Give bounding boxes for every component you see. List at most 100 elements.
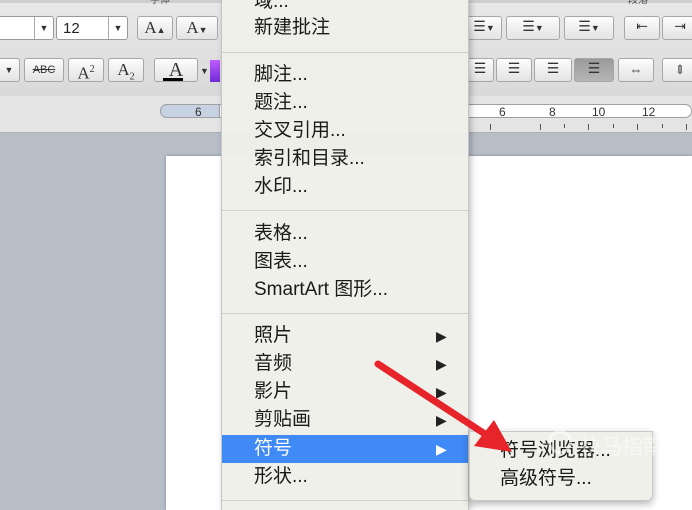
grow-font-button[interactable]: A▲ [137,16,173,40]
menu-item-label: 图表... [254,251,308,272]
submenu-item-advanced-symbol[interactable]: 高级符号... [500,465,592,493]
ruler-tick [588,124,589,130]
multilevel-list-icon: ☰ [578,20,591,35]
outdent-icon: ⇤ [636,20,648,35]
menu-item-label: 新建批注 [254,17,331,38]
menu-item-table[interactable]: 表格... [222,220,468,248]
superscript-mark: 2 [89,64,95,75]
chevron-down-icon: ▼ [590,23,600,33]
menu-item-label: 音频 [254,353,293,374]
align-left-button[interactable]: ☰ [466,58,494,82]
ruler-tick [564,124,565,128]
ruler-tick [540,124,541,130]
align-right-button[interactable]: ☰ [534,58,572,82]
chevron-down-icon[interactable]: ▼ [34,17,53,39]
menu-separator [222,313,468,314]
ruler-tick-label: 10 [592,105,606,119]
menu-item-watermark[interactable]: 水印... [222,173,468,201]
menu-item-label: 剪贴画 [254,409,312,430]
font-name-combo[interactable]: ▼ [0,16,54,40]
submenu-arrow-icon: ▶ [436,441,447,457]
align-center-button[interactable]: ☰ [496,58,532,82]
menu-item-label: 交叉引用... [254,120,346,141]
menu-item-index-and-tables[interactable]: 索引和目录... [222,145,468,173]
line-spacing-icon: ⇕ [674,62,686,77]
menu-item-shape[interactable]: 形状... [222,463,468,491]
strikethrough-button[interactable]: ABC [24,58,64,82]
grow-font-glyph: A [144,18,157,37]
increase-indent-button[interactable]: ⇥ [662,16,692,40]
menu-item-new-comment[interactable]: 新建批注 [222,14,468,42]
multilevel-list-button[interactable]: ☰▼ [564,16,614,40]
menu-item-chart[interactable]: 图表... [222,248,468,276]
site-watermark: 快马指南 [548,424,692,464]
submenu-arrow-icon: ▶ [436,384,447,400]
menu-item-label: SmartArt 图形... [254,279,389,300]
justify-icon: ☰ [587,62,601,77]
justify-button[interactable]: ☰ [574,58,614,82]
numbered-list-icon: ☰ [522,20,535,35]
menu-item-label: 符号 [254,438,293,459]
menu-item-caption[interactable]: 题注... [222,89,468,117]
menu-item-cross-reference[interactable]: 交叉引用... [222,117,468,145]
highlight-color-icon[interactable] [210,60,220,82]
menu-item-label: 表格... [254,223,308,244]
chevron-down-icon[interactable]: ▼ [200,66,209,76]
triangle-down-icon: ▼ [198,25,208,35]
menu-item-label: 水印... [254,176,308,197]
strikethrough-glyph: ABC [32,64,56,76]
menu-item-label: 照片 [254,325,293,346]
ruler-tick [613,124,614,128]
insert-menu: 域... 新建批注 脚注... 题注... 交叉引用... 索引和目录... 水… [221,0,469,510]
submenu-arrow-icon: ▶ [436,412,447,428]
watermark-text: 快马指南 [580,436,664,459]
numbering-button[interactable]: ☰▼ [506,16,560,40]
submenu-arrow-icon: ▶ [436,328,447,344]
menu-item-clip-art[interactable]: 剪贴画 ▶ [222,406,468,434]
paragraph-group-label: 段落 [628,0,648,6]
ruler-tick [490,124,491,130]
shrink-font-glyph: A [186,18,199,37]
line-spacing-button[interactable]: ⇕ [662,58,692,82]
menu-item-movie[interactable]: 影片 ▶ [222,378,468,406]
menu-item-footnote[interactable]: 脚注... [222,61,468,89]
ruler-tick-label: 12 [642,105,656,119]
menu-separator [222,52,468,53]
text-direction-button[interactable]: ⇔ [618,58,654,82]
menu-item-label: 影片 [254,381,293,402]
bullets-button[interactable]: ☰▼ [466,16,502,40]
menu-item-label: 题注... [254,92,308,113]
indent-icon: ⇥ [674,20,686,35]
submenu-item-label: 高级符号... [500,468,592,489]
shrink-font-button[interactable]: A▼ [176,16,218,40]
triangle-up-icon: ▲ [156,25,166,35]
decrease-indent-button[interactable]: ⇤ [624,16,660,40]
menu-separator [222,500,468,501]
chevron-down-icon: ▼ [534,23,544,33]
superscript-glyph: A [77,63,90,83]
menu-item-photo[interactable]: 照片 ▶ [222,322,468,350]
menu-separator [222,210,468,211]
menu-item-label: 形状... [254,466,308,487]
menu-item-symbol[interactable]: 符号 ▶ [222,435,468,463]
watermark-logo-icon [548,430,572,454]
menu-item-smartart[interactable]: SmartArt 图形... [222,276,468,304]
font-group-label: 字体 [150,0,170,6]
bullet-list-icon: ☰ [473,20,486,35]
font-size-combo[interactable]: 12 ▼ [56,16,128,40]
chevron-down-icon[interactable]: ▼ [108,17,127,39]
ruler-tick-label: 6 [499,105,506,119]
ruler-tick-label: 6 [195,105,202,119]
superscript-button[interactable]: A2 [68,58,104,83]
ruler-tick [686,124,687,130]
chevron-down-icon[interactable]: ▼ [0,58,20,82]
text-direction-icon: ⇔ [629,62,643,77]
subscript-mark: 2 [129,71,135,83]
font-color-button[interactable]: A [154,58,198,82]
menu-item-label: 索引和目录... [254,148,365,169]
font-size-value: 12 [63,20,80,37]
subscript-glyph: A [117,60,130,79]
subscript-button[interactable]: A2 [108,58,144,82]
menu-item-audio[interactable]: 音频 ▶ [222,350,468,378]
ruler-tick [662,124,663,128]
